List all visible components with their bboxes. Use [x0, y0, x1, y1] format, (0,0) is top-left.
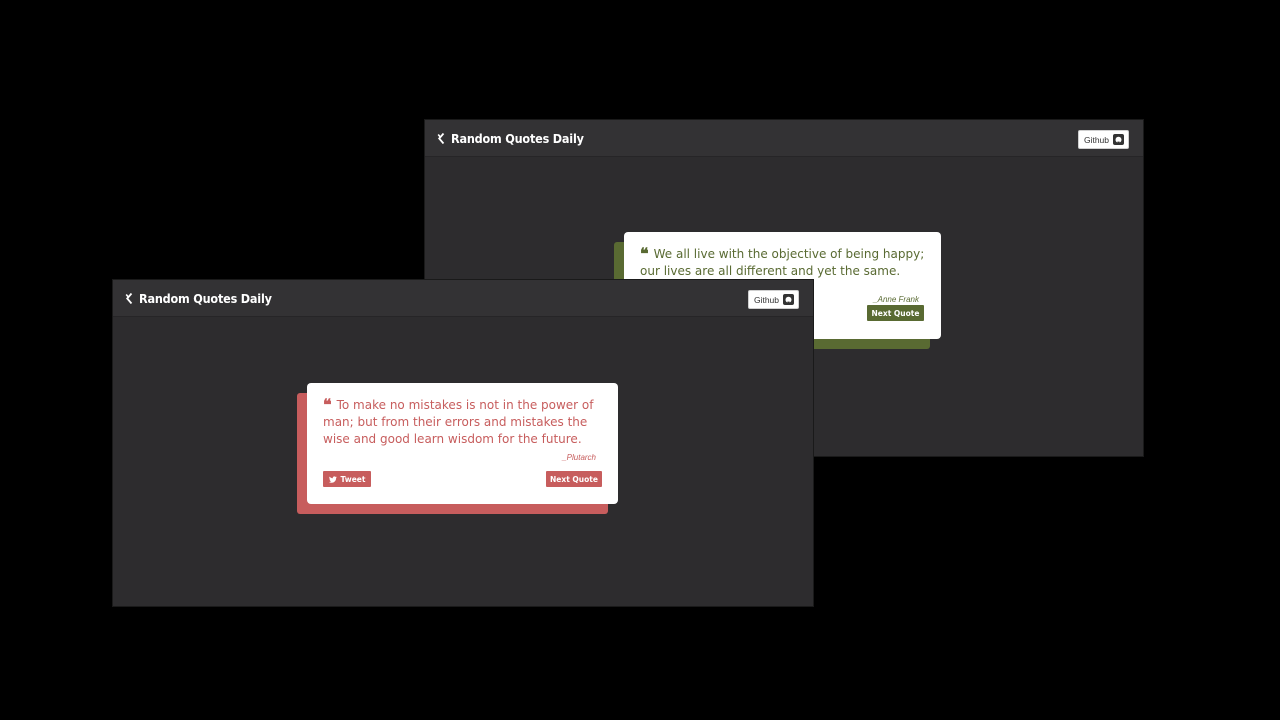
quote-text: ❝ To make no mistakes is not in the power… [323, 395, 602, 447]
brand[interactable]: Random Quotes Daily [125, 290, 272, 306]
freecodecamp-icon [125, 292, 133, 304]
quote-author: _Anne Frank [873, 295, 919, 304]
next-quote-button[interactable]: Next Quote [867, 305, 924, 321]
navbar: Random Quotes Daily Github [425, 120, 1143, 157]
github-button[interactable]: Github [1077, 130, 1129, 149]
github-icon [1113, 134, 1124, 145]
github-label: Github [1083, 134, 1109, 145]
quote-text: ❝ We all live with the objective of being… [640, 244, 925, 280]
quote-author: _Plutarch [562, 453, 596, 462]
github-icon [783, 294, 794, 305]
app-window-front: Random Quotes Daily Github ❝ To make no m… [113, 280, 813, 606]
freecodecamp-icon [437, 132, 445, 144]
brand-title: Random Quotes Daily [139, 290, 272, 306]
quote-body: We all live with the objective of being … [640, 247, 925, 278]
navbar: Random Quotes Daily Github [113, 280, 813, 317]
tweet-button[interactable]: Tweet [323, 471, 371, 487]
quote-left-icon: ❝ [323, 395, 332, 414]
github-button[interactable]: Github [747, 290, 799, 309]
github-label: Github [753, 294, 779, 305]
brand-title: Random Quotes Daily [451, 130, 584, 146]
quote-left-icon: ❝ [640, 244, 649, 263]
brand[interactable]: Random Quotes Daily [437, 130, 584, 146]
quote-body: To make no mistakes is not in the power … [323, 398, 594, 446]
twitter-icon [328, 475, 337, 483]
tweet-label: Tweet [340, 474, 366, 484]
quote-card: ❝ To make no mistakes is not in the power… [307, 383, 618, 504]
next-quote-button[interactable]: Next Quote [546, 471, 602, 487]
